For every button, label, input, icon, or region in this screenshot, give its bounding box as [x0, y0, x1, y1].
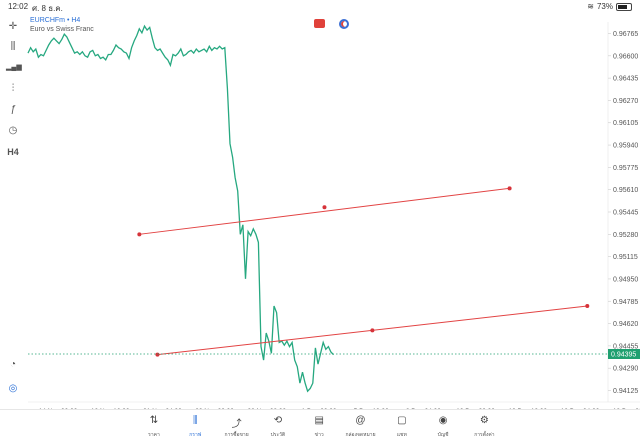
tab-chart[interactable]: ⫼ กราฟ — [175, 410, 215, 448]
accounts-icon: ◉ — [438, 415, 448, 426]
y-tick-label: 0.96765 — [613, 31, 638, 38]
mailbox-icon: @ — [355, 415, 366, 426]
y-tick-label: 0.95445 — [613, 210, 638, 217]
y-tick-label: 0.96270 — [613, 98, 638, 105]
history-icon: ⟲ — [273, 415, 283, 426]
quotes-icon: ⇅ — [149, 415, 159, 426]
y-axis: 0.96765 0.96600 0.96435 0.96270 0.96105 0.959… — [608, 31, 638, 395]
tab-label: ประวัติ — [270, 432, 286, 438]
y-tick-label: 0.96105 — [613, 120, 638, 127]
y-tick-label: 0.95610 — [613, 187, 638, 194]
tab-label: กราฟ — [189, 432, 202, 438]
trend-lines — [137, 186, 590, 357]
y-tick-label: 0.94785 — [613, 299, 638, 306]
chart-icon: ⫼ — [192, 415, 198, 426]
y-tick-label: 0.94950 — [613, 276, 638, 283]
tab-label: การซื้อขาย — [224, 432, 249, 438]
tab-settings[interactable]: ⚙ การตั้งค่า — [464, 410, 504, 448]
y-tick-label: 0.95280 — [613, 232, 638, 239]
tab-label: กล่องจดหมาย — [345, 432, 376, 438]
y-tick-label: 0.96435 — [613, 76, 638, 83]
tab-history[interactable]: ⟲ ประวัติ — [258, 410, 298, 448]
trend-anchor-point[interactable] — [155, 352, 160, 357]
trade-icon: ⤴ — [231, 419, 242, 430]
tab-label: ราคา — [148, 432, 160, 438]
tab-chat[interactable]: ▢ แชท — [382, 410, 422, 448]
y-tick-label: 0.94125 — [613, 388, 638, 395]
tab-label: การตั้งค่า — [474, 432, 495, 438]
tab-quotes[interactable]: ⇅ ราคา — [134, 410, 174, 448]
settings-icon: ⚙ — [479, 415, 489, 426]
y-tick-label: 0.94620 — [613, 321, 638, 328]
price-series — [27, 24, 334, 393]
trend-anchor-point[interactable] — [137, 232, 142, 237]
tab-label: แชท — [396, 432, 407, 438]
trend-anchor-point[interactable] — [507, 186, 512, 191]
tab-label: ข่าว — [314, 432, 324, 438]
price-line — [27, 24, 334, 393]
y-tick-label: 0.96600 — [613, 53, 638, 60]
news-icon: ▤ — [314, 415, 324, 426]
y-tick-label: 0.95940 — [613, 143, 638, 150]
tab-mailbox[interactable]: @ กล่องจดหมาย — [341, 410, 381, 448]
y-tick-label: 0.94290 — [613, 366, 638, 373]
y-tick-label: 0.95775 — [613, 165, 638, 172]
y-tick-label: 0.95115 — [613, 254, 638, 261]
tab-trade[interactable]: ⤴ การซื้อขาย — [217, 410, 257, 448]
trend-anchor-point[interactable] — [585, 303, 590, 308]
chat-icon: ▢ — [397, 415, 407, 426]
tab-news[interactable]: ▤ ข่าว — [299, 410, 339, 448]
trend-anchor-point[interactable] — [322, 205, 327, 210]
price-chart[interactable]: 0.96765 0.96600 0.96435 0.96270 0.96105 0.959… — [0, 0, 640, 409]
current-price-label: 0.94395 — [611, 351, 636, 358]
tab-bar: ⇅ ราคา ⫼ กราฟ ⤴ การซื้อขาย ⟲ ประวัติ ▤ ข่าว @ กล่อง… — [0, 409, 640, 448]
tab-label: บัญชี — [437, 432, 449, 438]
tab-accounts[interactable]: ◉ บัญชี — [423, 410, 463, 448]
current-price: 0.94395 — [28, 348, 640, 359]
trend-anchor-point[interactable] — [370, 328, 375, 333]
trend-line[interactable] — [139, 187, 510, 235]
